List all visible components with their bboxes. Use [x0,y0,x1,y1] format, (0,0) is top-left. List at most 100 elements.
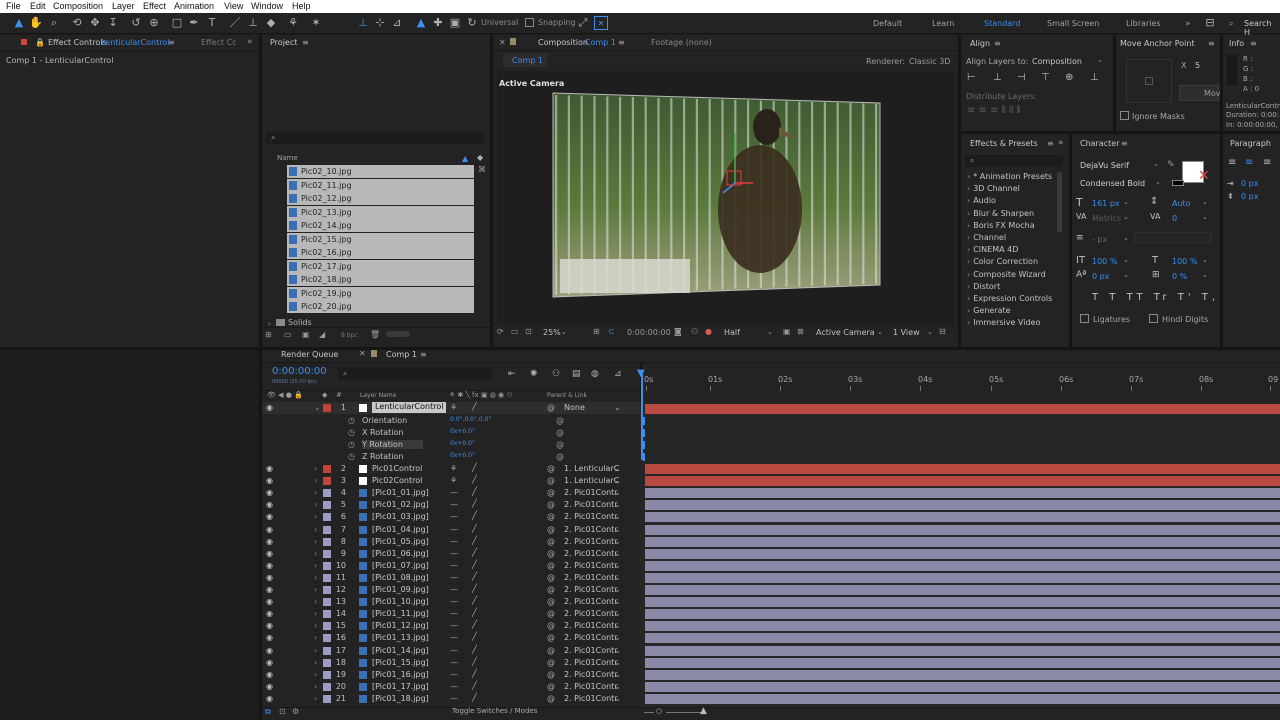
stopwatch-icon[interactable]: ◷ [348,416,355,425]
layer-row[interactable]: ◉ › 8 [Pic01_05.jpg] — ╱ @2. Pic01Contr ⌄ [262,536,640,548]
layer-duration-bar[interactable] [645,524,1280,535]
baseline-chevron-down-icon[interactable]: ⌄ [1123,271,1129,279]
layer-row[interactable]: ◉ › 14 [Pic01_11.jpg] — ╱ @2. Pic01Contr ⌄ [262,608,640,620]
clone-stamp-tool-icon[interactable]: ⊥ [246,16,260,30]
tsume-value[interactable]: 0 % [1172,272,1187,281]
twirl-right-icon[interactable]: › [314,500,317,509]
project-item[interactable]: Pic02_15.jpg [287,232,474,246]
timeline-close-icon[interactable]: ✕ [359,349,366,358]
quality-switch-icon[interactable]: ╱ [472,524,477,533]
collapse-switch-icon[interactable]: — [450,561,458,570]
rectangle-tool-icon[interactable]: □ [170,16,184,30]
quality-switch-icon[interactable]: ╱ [472,475,477,484]
layer-duration-bar[interactable] [645,669,1280,680]
effects-category[interactable]: › CINEMA 4D [967,245,1018,254]
project-item[interactable]: Pic02_16.jpg [287,246,474,259]
layer-duration-bar[interactable] [645,681,1280,692]
vscale-chevron-down-icon[interactable]: ⌄ [1123,256,1129,264]
parent-chevron-down-icon[interactable]: ⌄ [614,500,621,509]
parent-chevron-down-icon[interactable]: ⌄ [614,597,621,606]
pickwhip-icon[interactable]: @ [547,561,555,570]
solids-folder[interactable]: Solids [288,318,312,327]
expression-pickwhip-icon[interactable]: @ [556,428,564,437]
parent-chevron-down-icon[interactable]: ⌄ [614,525,621,534]
pan-tool-icon[interactable]: ✥ [88,16,102,30]
twirl-right-icon[interactable]: › [314,464,317,473]
universal-label[interactable]: Universal [481,18,518,27]
collapse-switch-icon[interactable]: — [450,633,458,642]
3d-axis-gizmo-icon[interactable] [715,123,755,213]
project-item[interactable]: Pic02_20.jpg [287,300,474,313]
parent-chevron-down-icon[interactable]: ⌄ [614,488,621,497]
style-chevron-down-icon[interactable]: ⌄ [1155,178,1161,186]
shy-layers-icon[interactable]: ⚇ [552,369,560,379]
layer-name[interactable]: [Pic01_02.jpg] [372,500,429,509]
twirl-right-icon[interactable]: › [314,646,317,655]
layer-name[interactable]: [Pic01_17.jpg] [372,682,429,691]
visibility-eye-icon[interactable]: ◉ [266,585,273,594]
puppet-tool-icon[interactable]: ✶ [309,16,323,30]
effect-controls-tab[interactable]: Effect Controls [48,38,107,47]
visibility-eye-icon[interactable]: ◉ [266,633,273,642]
quality-switch-icon[interactable]: ╱ [472,608,477,617]
layer-name[interactable]: [Pic01_06.jpg] [372,549,429,558]
parent-chevron-down-icon[interactable]: ⌄ [614,646,621,655]
panel-menu-icon[interactable]: ≡ [168,38,175,47]
label-color-swatch[interactable] [323,670,331,679]
comp-subtab[interactable]: Comp 1 [503,53,547,67]
pickwhip-icon[interactable]: @ [547,500,555,509]
collapse-switch-icon[interactable]: — [450,585,458,594]
layer-duration-bar[interactable] [645,548,1280,559]
pickwhip-icon[interactable]: @ [547,525,555,534]
layer-row[interactable]: ◉ › 19 [Pic01_16.jpg] — ╱ @2. Pic01Contr ⌄ [262,669,640,681]
layer-row[interactable]: ◉ › 17 [Pic01_14.jpg] — ╱ @2. Pic01Contr ⌄ [262,645,640,657]
ignore-masks-checkbox[interactable] [1120,111,1129,120]
orbit-tool-icon[interactable]: ⟲ [70,16,84,30]
3d-move-icon[interactable]: ✚ [431,16,445,30]
new-composition-icon[interactable]: ▣ [302,330,310,339]
effects-overflow-icon[interactable]: » [1058,138,1064,148]
layer-row[interactable]: ◉ › 2 Pic01Control ⚘ ╱ @1. LenticularC ⌄ [262,463,640,475]
layer-duration-bar[interactable] [645,536,1280,547]
stopwatch-icon[interactable]: ◷ [348,452,355,461]
layer-name[interactable]: [Pic01_07.jpg] [372,561,429,570]
layer-name[interactable]: [Pic01_01.jpg] [372,488,429,497]
quality-switch-icon[interactable]: ╱ [472,511,477,520]
property-row[interactable]: ◷ Z Rotation 0x+0.0° @ [262,451,645,463]
label-color-swatch[interactable] [323,561,331,570]
visibility-eye-icon[interactable]: ◉ [266,500,273,509]
twirl-right-icon[interactable]: › [314,561,317,570]
project-menu-icon[interactable]: ≡ [302,38,309,47]
interpret-footage-icon[interactable]: ⊞ [265,330,272,339]
collapse-switch-icon[interactable]: — [450,488,458,497]
3d-scale-icon[interactable]: ▣ [448,16,462,30]
twirl-right-icon[interactable]: › [314,585,317,594]
twirl-right-icon[interactable]: › [314,488,317,497]
label-color-swatch[interactable] [323,489,331,498]
effects-category[interactable]: › Color Correction [967,257,1038,266]
project-item[interactable]: Pic02_19.jpg [287,286,474,300]
align-left-text-icon[interactable]: ≡ [1228,157,1236,168]
shy-switch-icon[interactable]: ⚘ [450,464,457,473]
layer-row[interactable]: ◉ › 7 [Pic01_04.jpg] — ╱ @2. Pic01Contr ⌄ [262,524,640,536]
camera-dropdown[interactable]: Active Camera [816,328,875,337]
graph-editor-icon[interactable]: ⊿ [614,369,622,379]
zoom-slider-track[interactable] [666,712,702,713]
visibility-eye-icon[interactable]: ◉ [266,561,273,570]
label-color-swatch[interactable] [323,694,331,703]
parent-chevron-down-icon[interactable]: ⌄ [614,476,621,485]
menu-edit[interactable]: Edit [30,1,46,11]
collapse-switch-icon[interactable]: — [450,537,458,546]
pickwhip-icon[interactable]: @ [547,537,555,546]
layer-row[interactable]: ◉ › 10 [Pic01_07.jpg] — ╱ @2. Pic01Contr ⌄ [262,560,640,572]
twirl-right-icon[interactable]: › [314,512,317,521]
visibility-eye-icon[interactable]: ◉ [266,537,273,546]
parent-link-header[interactable]: Parent & Link [547,392,587,399]
layer-row[interactable]: ◉ › 13 [Pic01_10.jpg] — ╱ @2. Pic01Contr ⌄ [262,596,640,608]
dolly-tool-icon[interactable]: ↧ [106,16,120,30]
snap-toggle-icon[interactable]: ✕ [594,16,608,30]
label-color-swatch[interactable] [323,477,331,486]
parent-chevron-down-icon[interactable]: ⌄ [614,403,621,412]
align-vcenter-icon[interactable]: ⊕ [1065,72,1073,83]
zoom-out-icon[interactable] [644,712,654,713]
